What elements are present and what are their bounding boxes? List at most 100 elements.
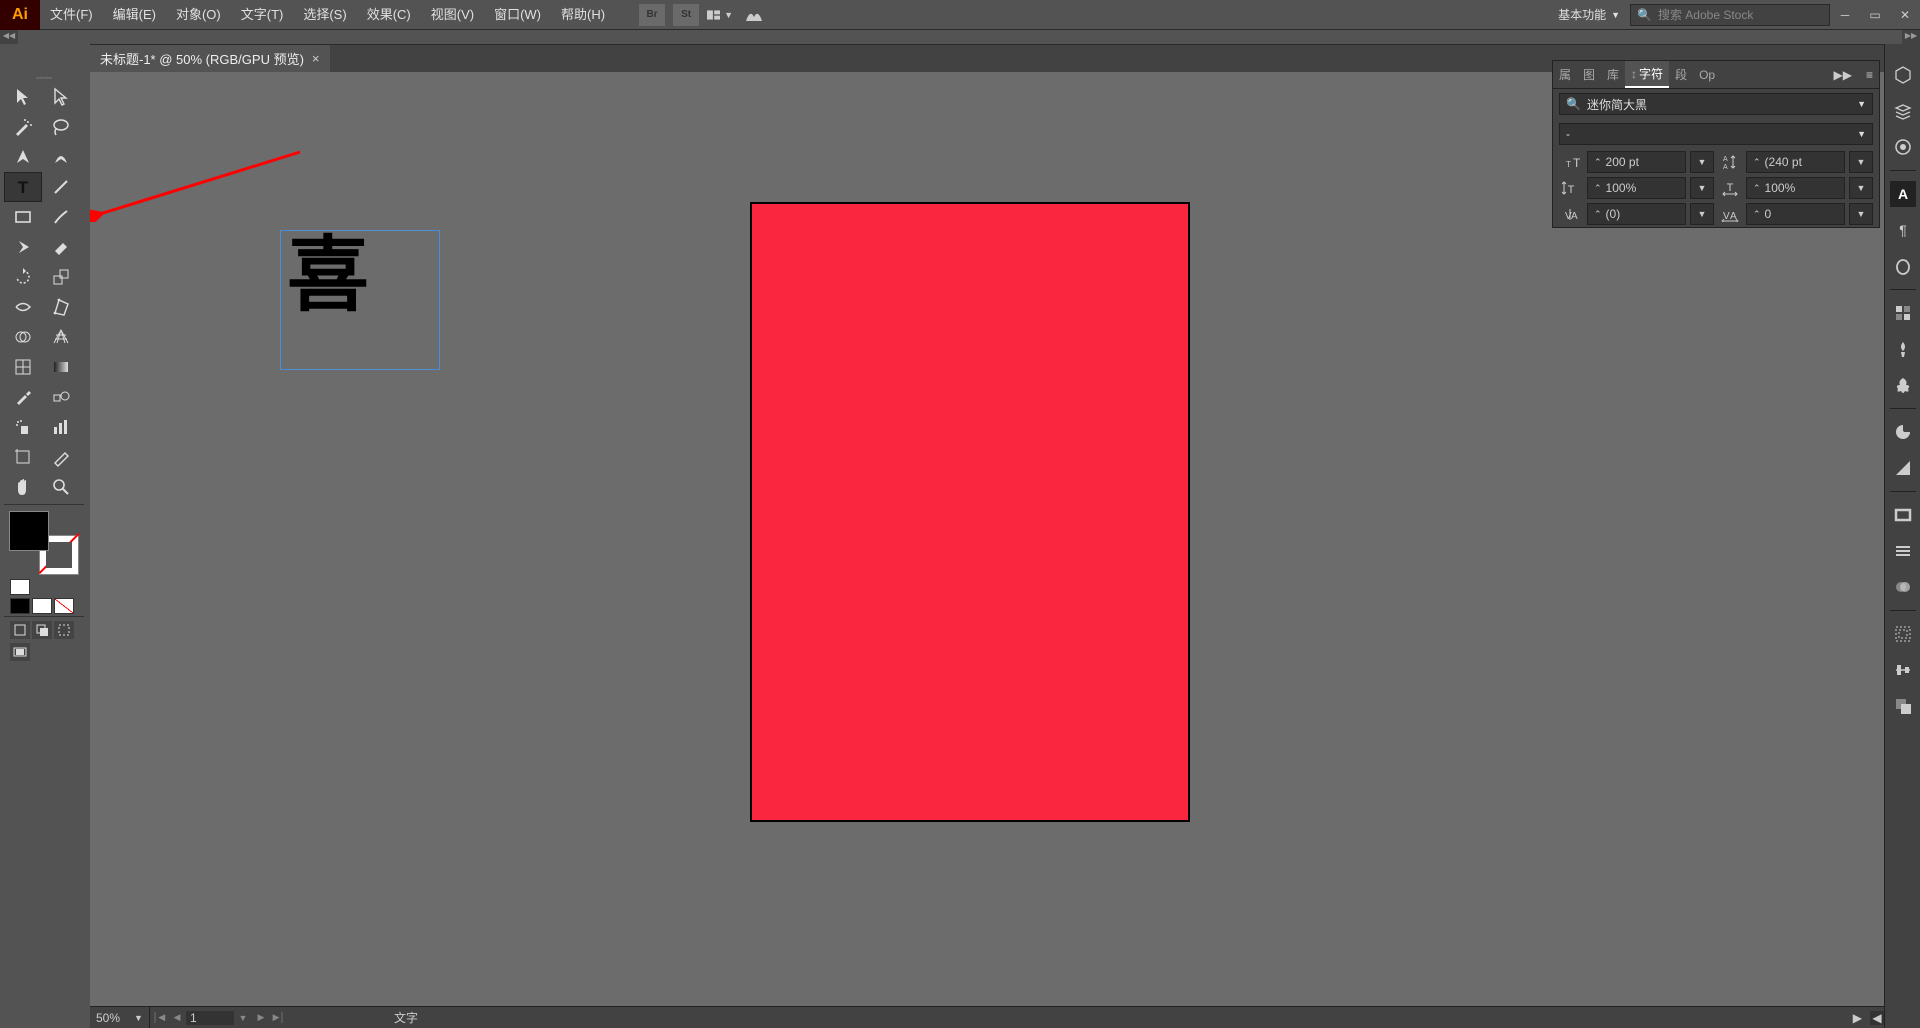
align-panel-icon[interactable] (1890, 657, 1916, 683)
brushes-panel-icon[interactable] (1890, 336, 1916, 362)
scale-tool[interactable] (42, 262, 80, 292)
kerning-field[interactable]: ⌃(0) (1587, 203, 1686, 225)
color-swatch-white[interactable] (32, 598, 52, 614)
document-tab[interactable]: 未标题-1* @ 50% (RGB/GPU 预览) × (90, 45, 330, 73)
font-size-field[interactable]: ⌃200 pt (1587, 151, 1686, 173)
cc-libraries-icon[interactable] (1890, 134, 1916, 160)
text-frame[interactable]: 喜 (280, 230, 440, 370)
first-artboard[interactable]: │◀ (150, 1012, 168, 1023)
text-content[interactable]: 喜 (281, 231, 439, 321)
gpu-perf-icon[interactable] (741, 4, 767, 26)
selection-tool[interactable] (4, 82, 42, 112)
window-minimize[interactable]: ─ (1830, 5, 1860, 25)
gradient-panel-icon[interactable] (1890, 538, 1916, 564)
properties-panel-icon[interactable] (1890, 62, 1916, 88)
draw-inside[interactable] (54, 621, 74, 639)
column-graph-tool[interactable] (42, 412, 80, 442)
fill-stroke-swatch[interactable] (9, 511, 79, 575)
blend-tool[interactable] (42, 382, 80, 412)
hscale-field[interactable]: ⌃100% (1746, 177, 1845, 199)
menu-effect[interactable]: 效果(C) (357, 0, 421, 30)
menu-edit[interactable]: 编辑(E) (103, 0, 166, 30)
leading-dropdown[interactable]: ▼ (1849, 151, 1873, 173)
shape-builder-tool[interactable] (4, 322, 42, 352)
panel-menu-icon[interactable]: ≡ (1860, 68, 1879, 82)
tab-paragraph[interactable]: 段 (1669, 61, 1693, 88)
right-panel-collapse[interactable]: ▶▶ (1902, 30, 1920, 44)
artboard-number-field[interactable]: 1 (186, 1011, 234, 1025)
tracking-dropdown[interactable]: ▼ (1849, 203, 1873, 225)
shaper-tool[interactable] (4, 232, 42, 262)
leading-field[interactable]: ⌃(240 pt (1746, 151, 1845, 173)
color-swatch-black[interactable] (10, 598, 30, 614)
menu-file[interactable]: 文件(F) (40, 0, 103, 30)
search-stock-input[interactable]: 🔍 搜索 Adobe Stock (1630, 4, 1830, 26)
pathfinder-panel-icon[interactable] (1890, 693, 1916, 719)
toolbox-drag-handle[interactable]: ┅┅┅ (4, 74, 84, 82)
font-family-dropdown[interactable]: 🔍 迷你简大黑 ▼ (1559, 93, 1873, 115)
direct-selection-tool[interactable] (42, 82, 80, 112)
vscale-dropdown[interactable]: ▼ (1690, 177, 1714, 199)
layers-panel-icon[interactable] (1890, 98, 1916, 124)
status-play-icon[interactable]: ▶ (1845, 1011, 1870, 1025)
mesh-tool[interactable] (4, 352, 42, 382)
left-panel-collapse[interactable]: ◀◀ (0, 30, 18, 44)
tab-opentype[interactable]: Op (1693, 61, 1721, 88)
last-artboard[interactable]: ▶│ (270, 1012, 288, 1023)
menu-view[interactable]: 视图(V) (421, 0, 484, 30)
window-close[interactable]: ✕ (1890, 5, 1920, 25)
draw-behind[interactable] (32, 621, 52, 639)
eyedropper-tool[interactable] (4, 382, 42, 412)
menu-select[interactable]: 选择(S) (293, 0, 356, 30)
tab-libraries[interactable]: 库 (1601, 61, 1625, 88)
workspace-switcher[interactable]: 基本功能 ▼ (1548, 6, 1630, 23)
panel-expand-icon[interactable]: ▶▶ (1826, 68, 1860, 82)
artboard-tool[interactable] (4, 442, 42, 472)
tab-properties[interactable]: 属 (1553, 61, 1577, 88)
menu-object[interactable]: 对象(O) (166, 0, 231, 30)
scroll-left-button[interactable]: ◀ (1870, 1011, 1884, 1025)
font-size-dropdown[interactable]: ▼ (1690, 151, 1714, 173)
paintbrush-tool[interactable] (42, 202, 80, 232)
bridge-button[interactable]: Br (639, 4, 665, 26)
arrange-docs-button[interactable]: ▼ (707, 4, 733, 26)
free-transform-tool[interactable] (42, 292, 80, 322)
artboard-dropdown[interactable]: ▼ (234, 1013, 252, 1023)
opentype-panel-icon[interactable] (1890, 253, 1916, 279)
gradient-tool[interactable] (42, 352, 80, 382)
fill-swatch[interactable] (9, 511, 49, 551)
hand-tool[interactable] (4, 472, 42, 502)
swatches-panel-icon[interactable] (1890, 300, 1916, 326)
line-segment-tool[interactable] (42, 172, 80, 202)
zoom-field[interactable]: 50% ▼ (90, 1007, 150, 1028)
perspective-grid-tool[interactable] (42, 322, 80, 352)
font-style-dropdown[interactable]: - ▼ (1559, 123, 1873, 145)
eraser-tool[interactable] (42, 232, 80, 262)
color-swatch-none[interactable] (54, 598, 74, 614)
color-guide-panel-icon[interactable] (1890, 455, 1916, 481)
close-tab-icon[interactable]: × (312, 51, 320, 66)
rectangle-tool[interactable] (4, 202, 42, 232)
artboard-shape[interactable] (750, 202, 1190, 822)
vscale-field[interactable]: ⌃100% (1587, 177, 1686, 199)
tracking-field[interactable]: ⌃0 (1746, 203, 1845, 225)
screen-mode-button[interactable] (10, 643, 30, 661)
swap-fill-stroke[interactable] (10, 579, 30, 595)
type-tool[interactable]: T (4, 172, 42, 202)
tab-character[interactable]: 字符 (1625, 61, 1669, 88)
slice-tool[interactable] (42, 442, 80, 472)
menu-type[interactable]: 文字(T) (231, 0, 294, 30)
width-tool[interactable] (4, 292, 42, 322)
window-maximize[interactable]: ▭ (1860, 5, 1890, 25)
paragraph-panel-icon[interactable]: ¶ (1890, 217, 1916, 243)
tab-graphic[interactable]: 图 (1577, 61, 1601, 88)
kerning-dropdown[interactable]: ▼ (1690, 203, 1714, 225)
zoom-tool[interactable] (42, 472, 80, 502)
draw-normal[interactable] (10, 621, 30, 639)
curvature-tool[interactable] (42, 142, 80, 172)
rotate-tool[interactable] (4, 262, 42, 292)
transparency-panel-icon[interactable] (1890, 574, 1916, 600)
symbol-sprayer-tool[interactable] (4, 412, 42, 442)
prev-artboard[interactable]: ◀ (168, 1012, 186, 1023)
hscale-dropdown[interactable]: ▼ (1849, 177, 1873, 199)
